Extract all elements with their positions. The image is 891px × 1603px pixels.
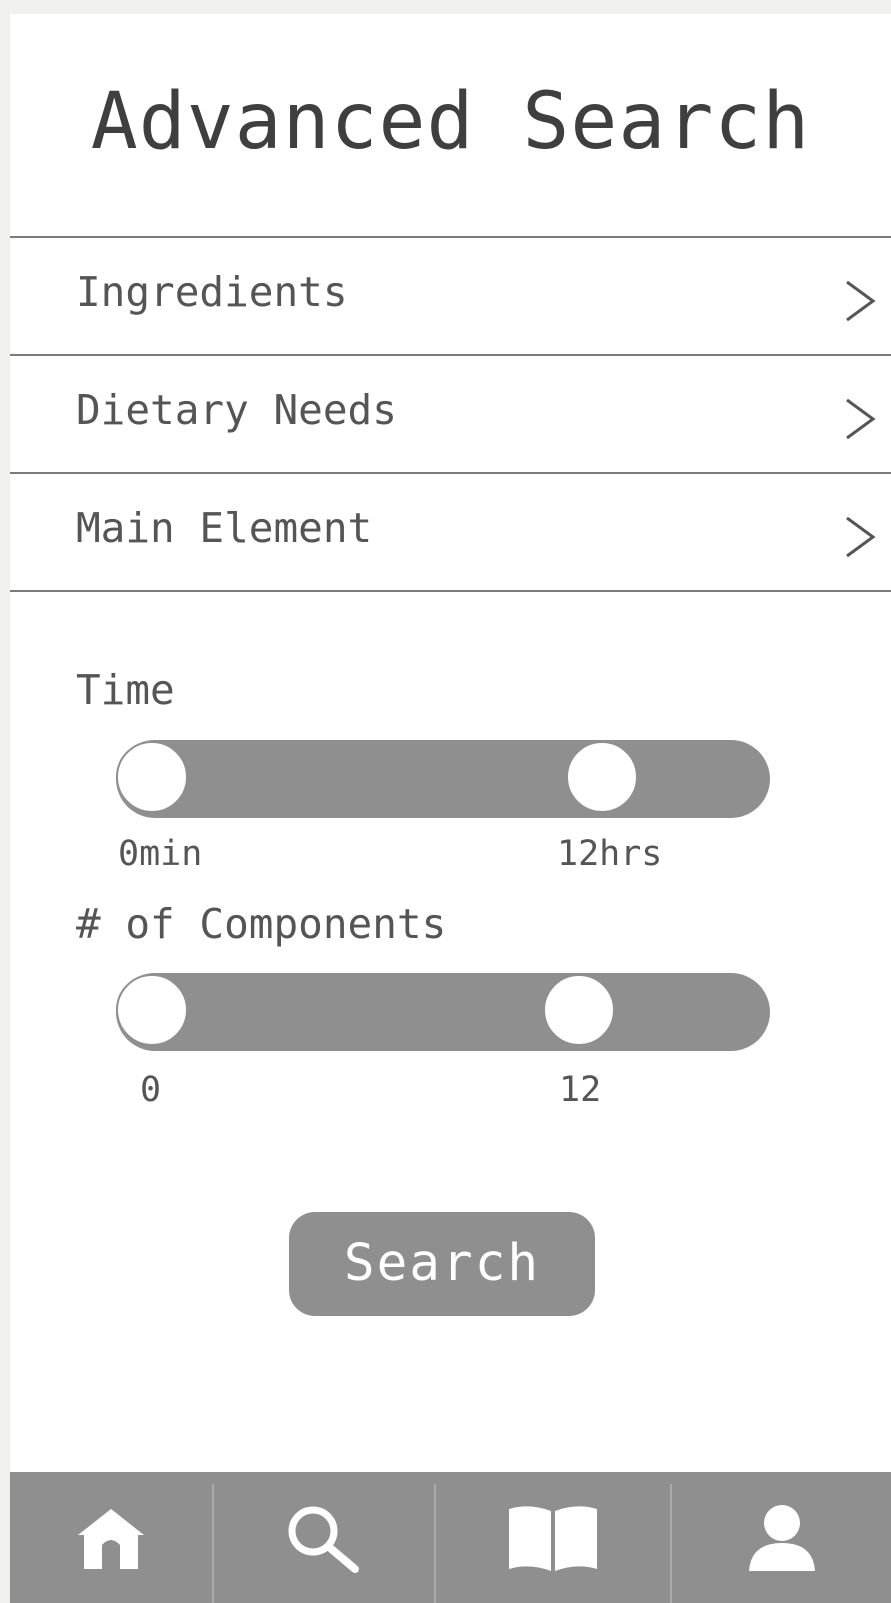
tab-recipes[interactable] xyxy=(436,1472,670,1603)
home-icon xyxy=(78,1508,144,1569)
components-min-value: 0 xyxy=(140,1070,162,1110)
time-max-value: 12hrs xyxy=(557,834,663,874)
filter-row-ingredients[interactable]: Ingredients xyxy=(10,236,891,354)
filter-row-main-element[interactable]: Main Element xyxy=(10,472,891,592)
time-range-slider[interactable] xyxy=(116,740,770,818)
chevron-right-icon xyxy=(846,398,876,440)
time-max-handle[interactable] xyxy=(566,741,638,813)
components-range-slider[interactable] xyxy=(116,973,770,1051)
components-label: # of Components xyxy=(76,900,447,948)
user-icon xyxy=(748,1504,815,1571)
search-icon xyxy=(288,1506,359,1573)
filter-label: Dietary Needs xyxy=(76,386,397,434)
tab-profile[interactable] xyxy=(672,1472,891,1603)
bottom-tab-bar xyxy=(10,1472,891,1603)
advanced-search-screen: Advanced Search Ingredients Dietary Need… xyxy=(10,14,891,1603)
chevron-right-icon xyxy=(846,280,876,322)
filter-label: Ingredients xyxy=(76,268,348,316)
components-max-value: 12 xyxy=(559,1070,602,1110)
components-max-handle[interactable] xyxy=(543,974,615,1046)
components-min-handle[interactable] xyxy=(116,974,188,1046)
time-min-value: 0min xyxy=(118,834,203,874)
time-label: Time xyxy=(76,666,175,714)
filter-list: Ingredients Dietary Needs Main Element xyxy=(10,236,891,592)
time-min-handle[interactable] xyxy=(116,741,188,813)
search-button[interactable]: Search xyxy=(289,1212,595,1316)
chevron-right-icon xyxy=(846,516,876,558)
page-title: Advanced Search xyxy=(90,77,811,167)
book-icon xyxy=(509,1505,597,1571)
filter-label: Main Element xyxy=(76,504,373,552)
filter-row-dietary-needs[interactable]: Dietary Needs xyxy=(10,354,891,472)
tab-search[interactable] xyxy=(214,1472,434,1603)
tab-home[interactable] xyxy=(10,1472,212,1603)
